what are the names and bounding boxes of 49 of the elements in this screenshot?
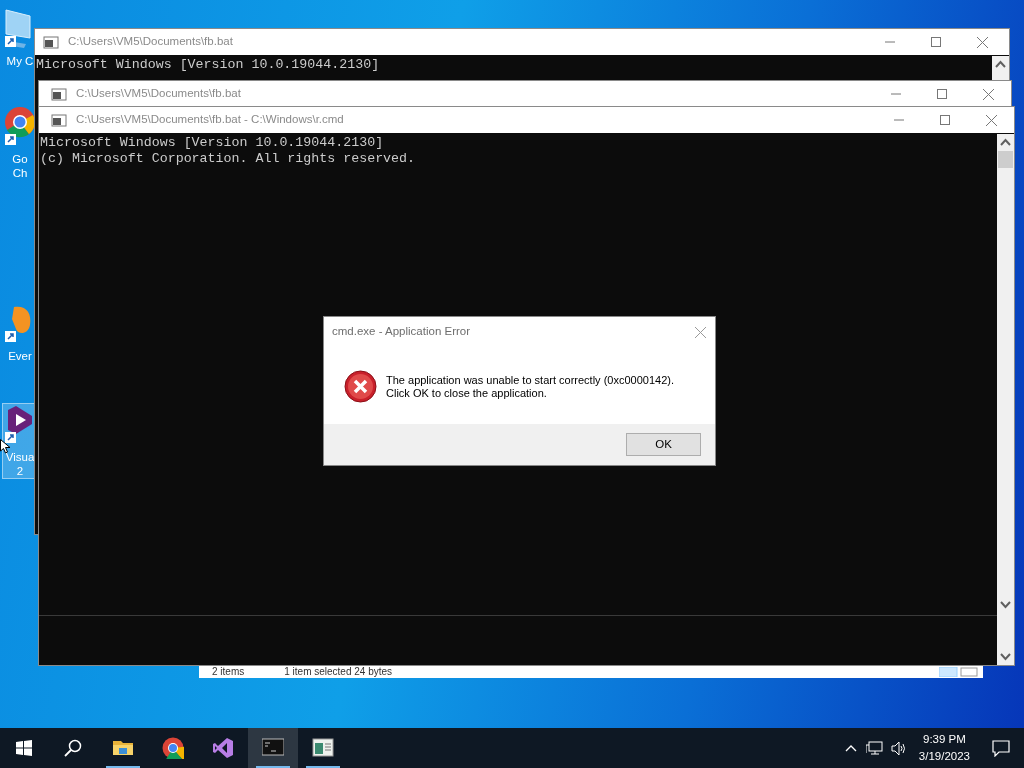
terminal-icon bbox=[262, 737, 284, 759]
ok-button[interactable]: OK bbox=[626, 433, 701, 456]
maximize-icon bbox=[937, 89, 947, 99]
close-icon bbox=[985, 114, 997, 126]
studio-icon bbox=[212, 737, 234, 759]
console-text: (c) Microsoft Corporation. All rights reserved. bbox=[40, 151, 416, 167]
dialog-title: cmd.exe - Application Error bbox=[332, 324, 472, 340]
mouse-cursor-icon bbox=[0, 439, 11, 454]
window-title: C:\Users\VM5\Documents\fb.bat bbox=[76, 86, 242, 102]
clock[interactable]: 9:39 PM 3/19/2023 bbox=[910, 731, 978, 765]
window-icon bbox=[312, 737, 334, 759]
console-icon bbox=[51, 113, 67, 127]
console-icon bbox=[51, 87, 67, 101]
error-message: The application was unable to start correctly (0xc0000142). bbox=[386, 374, 674, 387]
icon-label: Ever bbox=[7, 349, 33, 363]
windows-logo-icon bbox=[16, 740, 32, 756]
network-icon bbox=[866, 740, 884, 756]
error-icon bbox=[344, 370, 377, 403]
browser-icon bbox=[162, 737, 184, 759]
icon-label: Ch bbox=[11, 166, 29, 180]
window-title: C:\Users\VM5\Documents\fb.bat - C:\Windows\r.cmd bbox=[76, 112, 345, 128]
icon-label: Go bbox=[11, 152, 29, 166]
icon-label: Visua bbox=[4, 450, 36, 464]
error-message: Click OK to close the application. bbox=[386, 387, 548, 400]
search-icon bbox=[64, 739, 82, 757]
maximize-icon bbox=[931, 37, 941, 47]
scroll-bar[interactable] bbox=[997, 134, 1014, 665]
speaker-icon bbox=[890, 740, 907, 756]
taskbar-app-button[interactable] bbox=[248, 728, 298, 768]
scroll-bar[interactable] bbox=[992, 56, 1009, 80]
item-count: 2 items bbox=[212, 666, 245, 678]
icon-label: My C bbox=[5, 54, 35, 68]
close-icon bbox=[982, 88, 994, 100]
console-icon bbox=[43, 35, 59, 49]
chrome-shortcut-icon[interactable] bbox=[4, 106, 36, 146]
icon-label: 2 bbox=[15, 464, 25, 478]
speech-bubble-icon bbox=[992, 739, 1010, 757]
caret-icon bbox=[844, 744, 857, 752]
scroll-thumb[interactable] bbox=[998, 151, 1013, 168]
console-text: Microsoft Windows [Version 10.0.19044.2130] bbox=[36, 57, 380, 73]
window-title: C:\Users\VM5\Documents\fb.bat bbox=[68, 34, 234, 50]
console-text: Microsoft Windows [Version 10.0.19044.2130] bbox=[40, 135, 384, 151]
clock-date: 3/19/2023 bbox=[918, 749, 970, 764]
view-toggle-icon[interactable] bbox=[939, 667, 979, 677]
maximize-icon bbox=[940, 115, 950, 125]
clock-time: 9:39 PM bbox=[922, 732, 967, 747]
close-icon bbox=[976, 36, 988, 48]
selection-info: 1 item selected 24 bytes bbox=[284, 666, 393, 678]
close-icon bbox=[694, 326, 706, 338]
